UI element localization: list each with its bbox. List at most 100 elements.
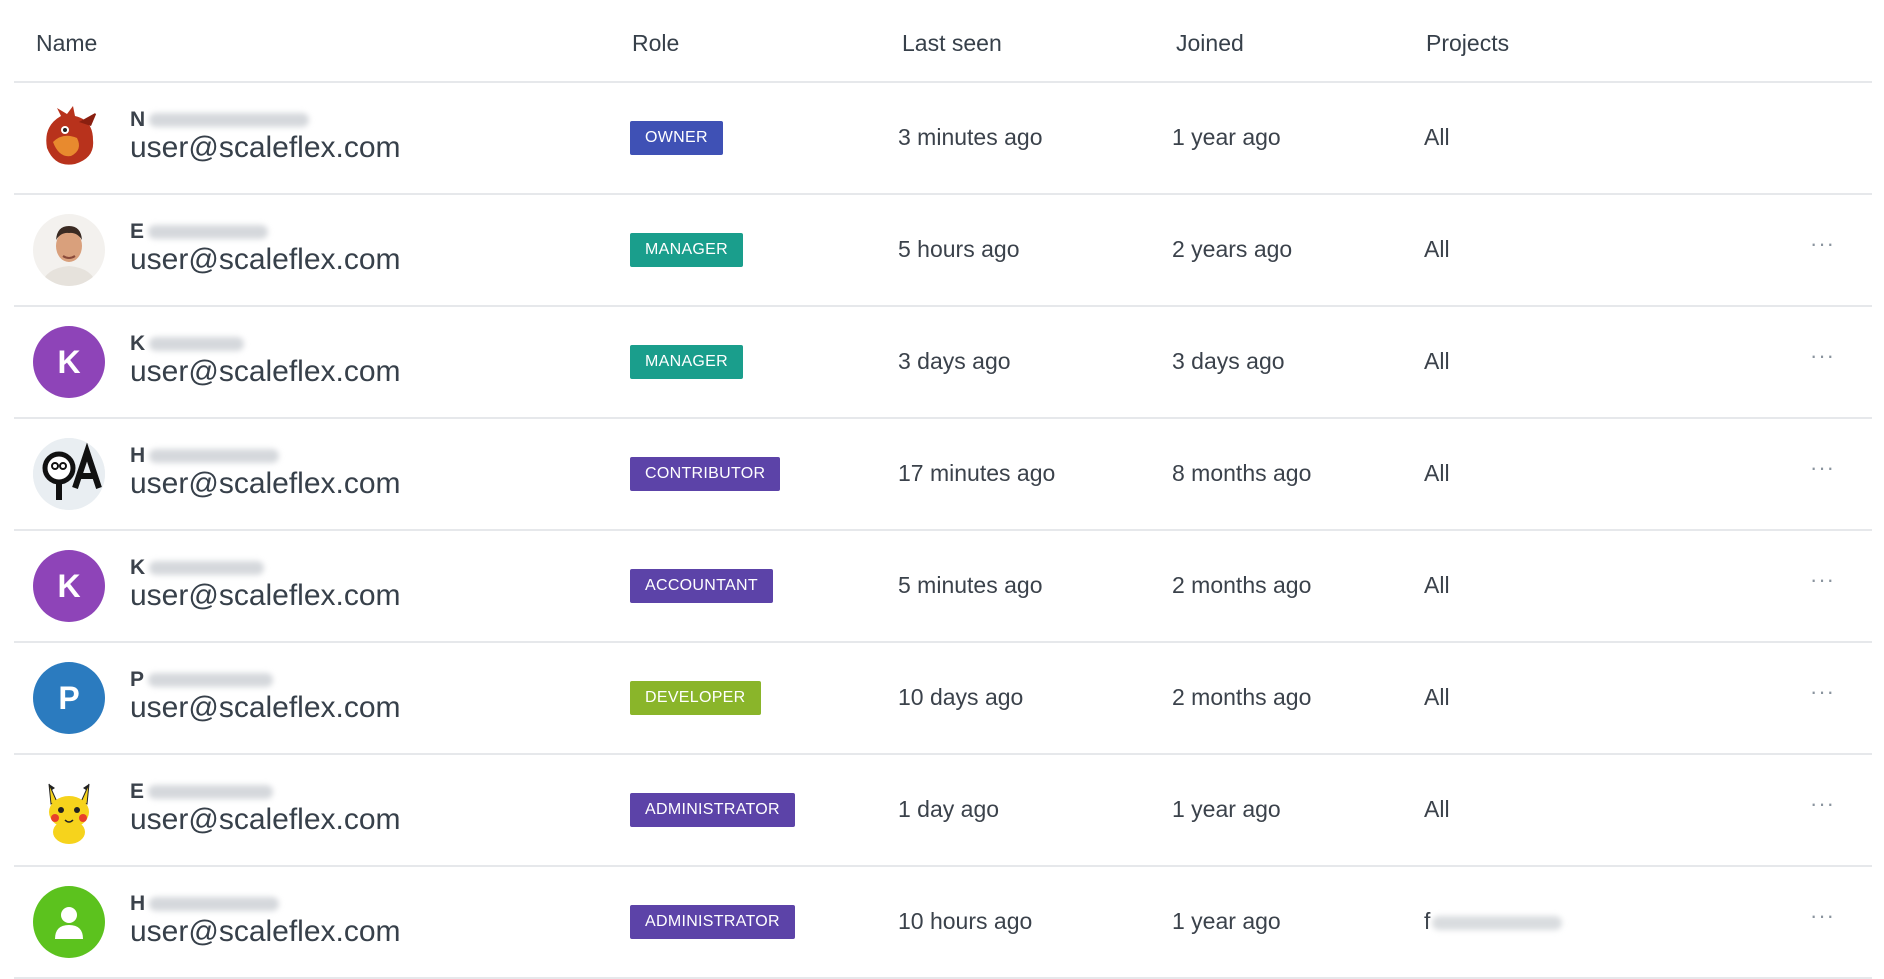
user-name-initial: K (130, 332, 146, 355)
joined-cell: 2 months ago (1172, 684, 1312, 710)
column-header-role[interactable]: Role (632, 30, 679, 57)
table-row[interactable]: Nuser@scaleflex.com OWNER 3 minutes ago 1 y… (14, 83, 1872, 195)
avatar: P (33, 662, 105, 734)
projects-value: All (1424, 796, 1450, 822)
role-badge: MANAGER (630, 233, 743, 267)
redacted-name (149, 897, 280, 911)
role-badge: ADMINISTRATOR (630, 793, 795, 827)
projects-cell: All (1424, 572, 1450, 599)
role-badge: OWNER (630, 121, 723, 155)
column-header-name[interactable]: Name (36, 30, 97, 57)
joined-cell: 2 years ago (1172, 236, 1293, 262)
last-seen-cell: 10 hours ago (898, 908, 1033, 934)
qa-logo-avatar (33, 438, 105, 510)
table-row[interactable]: K Kuser@scaleflex.com MANAGER 3 days ago 3 d… (14, 307, 1872, 419)
user-email: user@scaleflex.com (130, 691, 401, 724)
redacted-name (149, 337, 245, 351)
avatar: K (33, 326, 105, 398)
more-actions-icon[interactable]: ··· (1810, 903, 1835, 929)
avatar-letter: K (57, 343, 81, 380)
avatar (33, 102, 105, 174)
redacted-name (148, 225, 269, 239)
avatar: K (33, 550, 105, 622)
last-seen-cell: 17 minutes ago (898, 460, 1056, 486)
user-email: user@scaleflex.com (130, 355, 401, 388)
table-row[interactable]: Euser@scaleflex.com ADMINISTRATOR 1 day ag… (14, 755, 1872, 867)
last-seen-cell: 3 days ago (898, 348, 1011, 374)
more-actions-icon[interactable]: ··· (1810, 231, 1835, 257)
last-seen-cell: 3 minutes ago (898, 124, 1043, 150)
redacted-name (148, 673, 274, 687)
user-email: user@scaleflex.com (130, 915, 401, 948)
user-name-initial: K (130, 556, 146, 579)
table-row[interactable]: P Puser@scaleflex.com DEVELOPER 10 days ago… (14, 643, 1872, 755)
projects-value: All (1424, 124, 1450, 150)
column-header-joined[interactable]: Joined (1176, 30, 1244, 57)
user-email: user@scaleflex.com (130, 579, 401, 612)
more-actions-icon[interactable]: ··· (1810, 679, 1835, 705)
user-name-initial: N (130, 108, 146, 131)
last-seen-cell: 5 hours ago (898, 236, 1020, 262)
column-header-projects[interactable]: Projects (1426, 30, 1509, 57)
user-icon (53, 905, 85, 939)
user-email: user@scaleflex.com (130, 803, 401, 836)
column-header-last-seen[interactable]: Last seen (902, 30, 1002, 57)
more-actions-icon[interactable]: ··· (1810, 567, 1835, 593)
more-actions-icon[interactable]: ··· (1810, 343, 1835, 369)
projects-cell: All (1424, 236, 1450, 263)
user-name-initial: E (130, 220, 145, 243)
projects-value: All (1424, 572, 1450, 598)
user-name-block: Puser@scaleflex.com (130, 665, 401, 725)
role-badge: DEVELOPER (630, 681, 761, 715)
projects-cell: All (1424, 684, 1450, 711)
user-email: user@scaleflex.com (130, 131, 401, 164)
joined-cell: 1 year ago (1172, 796, 1281, 822)
avatar-letter: P (58, 679, 80, 716)
redacted-name (149, 113, 310, 127)
redacted-name (149, 561, 265, 575)
redacted-project-name (1432, 915, 1563, 930)
last-seen-cell: 1 day ago (898, 796, 1000, 822)
joined-cell: 3 days ago (1172, 348, 1285, 374)
user-name-block: Huser@scaleflex.com (130, 441, 401, 501)
avatar-letter: K (57, 567, 81, 604)
joined-cell: 8 months ago (1172, 460, 1312, 486)
projects-cell: All (1424, 796, 1450, 823)
table-row[interactable]: Huser@scaleflex.com ADMINISTRATOR 10 hours… (14, 867, 1872, 979)
user-name-initial: P (130, 668, 145, 691)
user-name-block: Nuser@scaleflex.com (130, 105, 401, 165)
redacted-name (149, 449, 280, 463)
joined-cell: 2 months ago (1172, 572, 1312, 598)
projects-value: All (1424, 460, 1450, 486)
user-email: user@scaleflex.com (130, 243, 401, 276)
avatar (33, 438, 105, 510)
user-name-block: Kuser@scaleflex.com (130, 553, 401, 613)
user-name-block: Euser@scaleflex.com (130, 777, 401, 837)
projects-cell: f (1424, 908, 1563, 935)
table-row[interactable]: Euser@scaleflex.com MANAGER 5 hours ago 2 y… (14, 195, 1872, 307)
role-badge: ACCOUNTANT (630, 569, 773, 603)
more-actions-icon[interactable]: ··· (1810, 455, 1835, 481)
user-name-initial: H (130, 444, 146, 467)
user-email: user@scaleflex.com (130, 467, 401, 500)
projects-cell: All (1424, 124, 1450, 151)
user-name-block: Euser@scaleflex.com (130, 217, 401, 277)
table-header: Name Role Last seen Joined Projects (14, 0, 1872, 83)
table-row[interactable]: Huser@scaleflex.com CONTRIBUTOR 17 minutes… (14, 419, 1872, 531)
pikachu-avatar (33, 774, 105, 846)
projects-cell: All (1424, 348, 1450, 375)
user-name-initial: H (130, 892, 146, 915)
projects-value: All (1424, 236, 1450, 262)
projects-value: All (1424, 348, 1450, 374)
user-name-block: Kuser@scaleflex.com (130, 329, 401, 389)
table-row[interactable]: K Kuser@scaleflex.com ACCOUNTANT 5 minutes … (14, 531, 1872, 643)
table-body: Nuser@scaleflex.com OWNER 3 minutes ago 1 y… (14, 83, 1872, 979)
projects-value: All (1424, 684, 1450, 710)
more-actions-icon[interactable]: ··· (1810, 791, 1835, 817)
avatar (33, 886, 105, 958)
dragon-avatar (33, 102, 105, 174)
last-seen-cell: 10 days ago (898, 684, 1024, 710)
last-seen-cell: 5 minutes ago (898, 572, 1043, 598)
joined-cell: 1 year ago (1172, 124, 1281, 150)
avatar (33, 214, 105, 286)
